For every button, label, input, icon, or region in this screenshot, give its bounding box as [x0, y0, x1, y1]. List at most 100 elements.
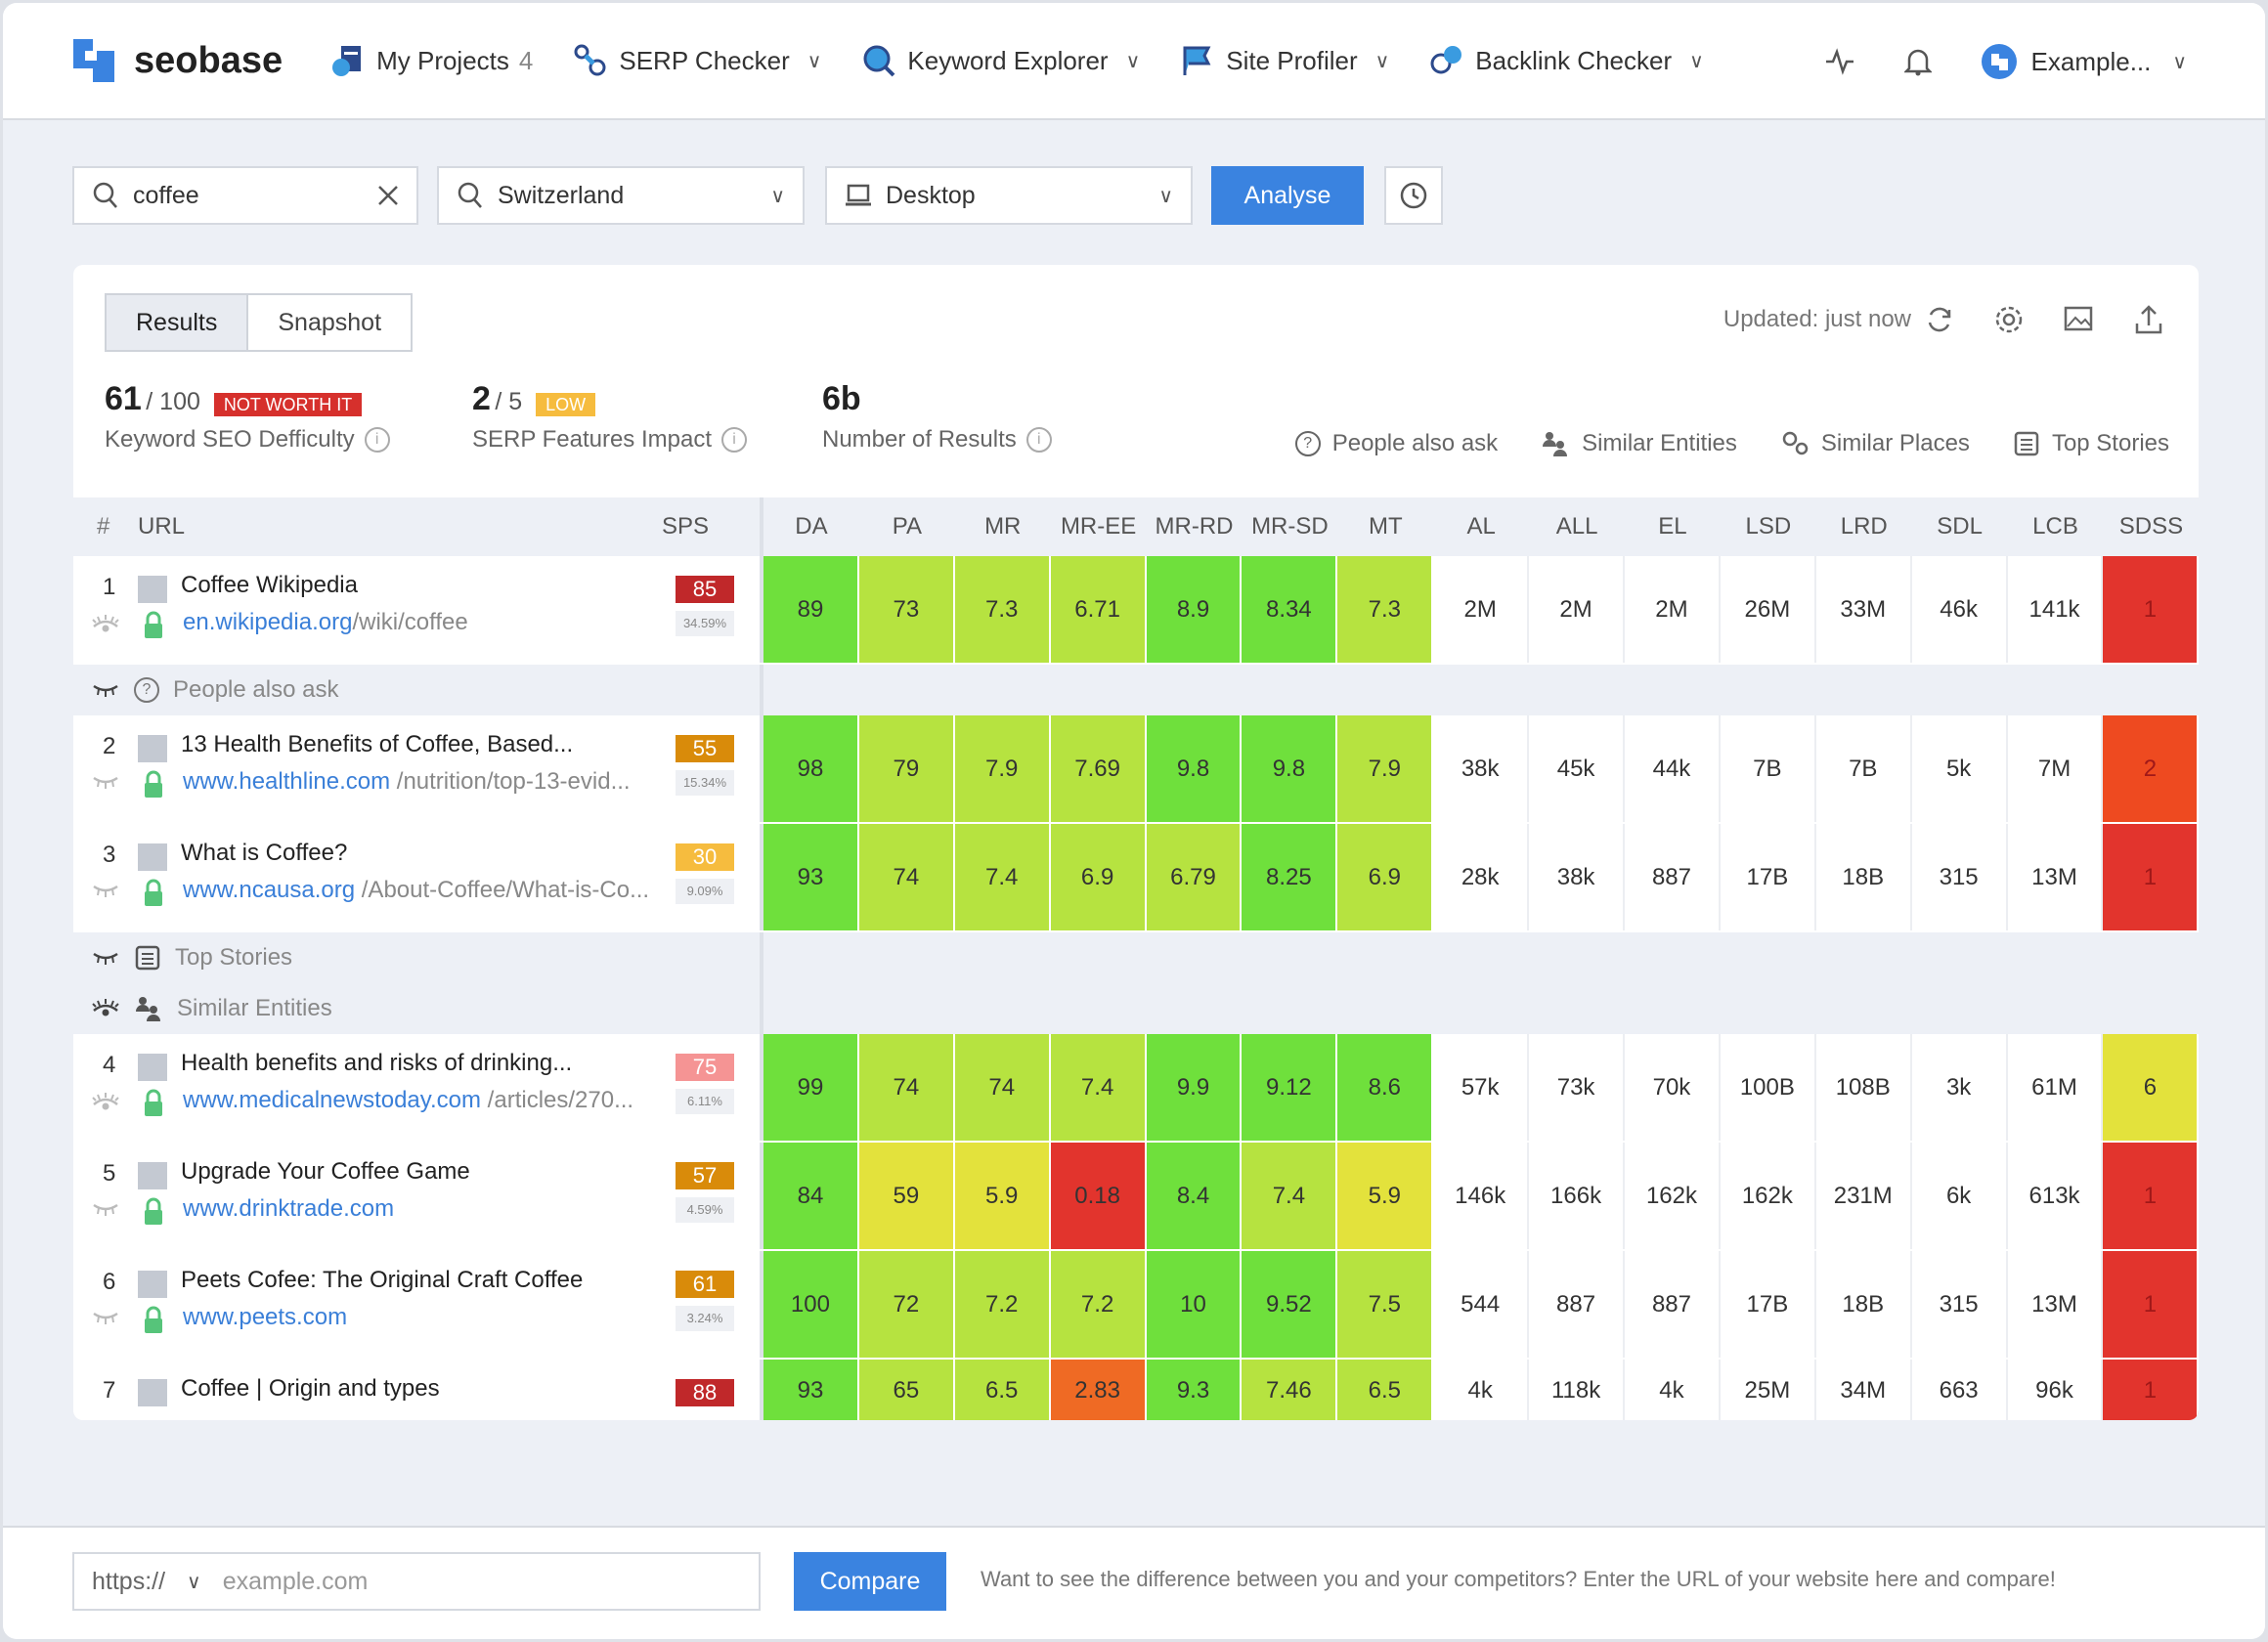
- nav-keyword-explorer[interactable]: Keyword Explorer ∨: [860, 42, 1140, 79]
- col-header-lrd[interactable]: LRD: [1816, 513, 1912, 540]
- col-header-lsd[interactable]: LSD: [1721, 513, 1816, 540]
- protocol-select[interactable]: https://: [92, 1568, 165, 1596]
- col-header-mr-sd[interactable]: MR-SD: [1242, 513, 1337, 540]
- feature-people-also-ask[interactable]: ? People also ask: [1294, 429, 1498, 458]
- table-header: # URL SPS DA PA MR MR-EE MR-RD MR-SD MT AL ALL EL…: [73, 497, 2199, 556]
- kd-badge: NOT WORTH IT: [213, 393, 363, 417]
- result-title[interactable]: Health benefits and risks of drinking...: [181, 1050, 572, 1077]
- col-header-el[interactable]: EL: [1625, 513, 1721, 540]
- result-url[interactable]: www.ncausa.org /About-Coffee/What-is-Co.…: [183, 877, 649, 904]
- metric-cell-lsd: 7B: [1720, 715, 1816, 822]
- sps-badge: 88: [676, 1379, 734, 1406]
- metric-cell-mr: 5.9: [954, 1143, 1051, 1249]
- col-header-lcb[interactable]: LCB: [2008, 513, 2104, 540]
- metric-cell-lsd: 100B: [1720, 1034, 1816, 1141]
- bell-icon[interactable]: [1903, 47, 1932, 76]
- device-select[interactable]: Desktop ∨: [825, 166, 1193, 225]
- serp-feature-label: Top Stories: [175, 944, 293, 971]
- result-title[interactable]: Coffee Wikipedia: [181, 572, 358, 599]
- result-title[interactable]: Upgrade Your Coffee Game: [181, 1158, 470, 1186]
- result-url[interactable]: www.peets.com: [183, 1304, 347, 1331]
- nav-backlink-checker[interactable]: Backlink Checker ∨: [1428, 42, 1704, 79]
- result-url[interactable]: www.drinktrade.com: [183, 1195, 394, 1223]
- feature-similar-places[interactable]: Similar Places: [1780, 429, 1970, 458]
- eye-open-icon[interactable]: [91, 1091, 120, 1114]
- col-sps-header[interactable]: SPS: [662, 513, 709, 540]
- col-header-da[interactable]: DA: [763, 513, 859, 540]
- tab-snapshot[interactable]: Snapshot: [248, 295, 411, 350]
- tab-results[interactable]: Results: [107, 295, 249, 350]
- export-upload-icon[interactable]: [2134, 304, 2163, 335]
- screenshot-image-icon[interactable]: [2064, 305, 2095, 334]
- metric-cell-lcb: 7M: [2007, 715, 2104, 822]
- col-header-sdss[interactable]: SDSS: [2103, 513, 2199, 540]
- metric-cell-da: 89: [763, 556, 859, 663]
- people-icon: [1543, 432, 1568, 456]
- info-icon[interactable]: i: [721, 427, 747, 453]
- feature-top-stories[interactable]: Top Stories: [2013, 429, 2169, 458]
- analyse-button[interactable]: Analyse: [1211, 166, 1364, 225]
- eye-closed-icon[interactable]: [91, 772, 120, 792]
- metric-cell-sdl: 5k: [1911, 715, 2008, 822]
- refresh-icon[interactable]: [1925, 305, 1954, 334]
- info-icon[interactable]: i: [1025, 427, 1052, 453]
- nav-serp-checker[interactable]: SERP Checker ∨: [572, 42, 821, 79]
- eye-open-icon[interactable]: [91, 997, 120, 1020]
- col-header-mr-rd[interactable]: MR-RD: [1147, 513, 1243, 540]
- result-title[interactable]: Coffee | Origin and types: [181, 1375, 440, 1403]
- lock-icon: [145, 1197, 162, 1225]
- result-rank: 4: [103, 1052, 116, 1078]
- result-url[interactable]: www.healthline.com /nutrition/top-13-evi…: [183, 768, 631, 796]
- history-button[interactable]: [1384, 166, 1443, 225]
- metric-cell-al: 57k: [1433, 1034, 1530, 1141]
- keyword-search-input[interactable]: coffee: [72, 166, 418, 225]
- avatar: [1981, 44, 2017, 79]
- col-header-pa[interactable]: PA: [859, 513, 955, 540]
- col-header-mt[interactable]: MT: [1337, 513, 1433, 540]
- result-url[interactable]: en.wikipedia.org/wiki/coffee: [183, 609, 468, 636]
- chevron-down-icon: ∨: [1374, 50, 1390, 72]
- activity-icon[interactable]: [1824, 48, 1855, 75]
- result-title[interactable]: Peets Cofee: The Original Craft Coffee: [181, 1267, 583, 1294]
- col-header-sdl[interactable]: SDL: [1912, 513, 2008, 540]
- result-domain[interactable]: en.wikipedia.org: [183, 609, 352, 635]
- result-title[interactable]: 13 Health Benefits of Coffee, Based...: [181, 731, 573, 758]
- brand-logo[interactable]: seobase: [71, 37, 283, 84]
- result-rank: 6: [103, 1269, 116, 1295]
- favicon-placeholder: [138, 1271, 167, 1298]
- nav-site-profiler[interactable]: Site Profiler ∨: [1179, 42, 1389, 79]
- col-header-mr[interactable]: MR: [955, 513, 1051, 540]
- compare-button[interactable]: Compare: [794, 1552, 946, 1611]
- updated-status: Updated: just now: [1723, 306, 1911, 332]
- eye-open-icon[interactable]: [91, 613, 120, 636]
- col-header-al[interactable]: AL: [1433, 513, 1529, 540]
- result-url[interactable]: www.medicalnewstoday.com /articles/270..…: [183, 1087, 633, 1114]
- nav-my-projects[interactable]: My Projects 4: [329, 42, 533, 79]
- metric-cell-sdl: 6k: [1911, 1143, 2008, 1249]
- metric-cell-lrd: 18B: [1815, 1251, 1912, 1358]
- feature-similar-entities[interactable]: Similar Entities: [1541, 429, 1737, 458]
- result-domain[interactable]: www.ncausa.org: [183, 877, 355, 903]
- clear-icon[interactable]: [377, 185, 399, 206]
- eye-closed-icon[interactable]: [91, 948, 120, 968]
- eye-closed-icon[interactable]: [91, 1308, 120, 1327]
- compare-url-input[interactable]: https:// ∨ example.com: [72, 1552, 761, 1611]
- result-domain[interactable]: www.peets.com: [183, 1304, 347, 1330]
- settings-gear-icon[interactable]: [1993, 304, 2025, 335]
- result-domain[interactable]: www.medicalnewstoday.com: [183, 1087, 481, 1113]
- serp-feature-label: People also ask: [173, 676, 339, 703]
- result-domain[interactable]: www.healthline.com: [183, 768, 390, 795]
- account-menu[interactable]: Example... ∨: [1981, 43, 2187, 80]
- info-icon[interactable]: i: [364, 427, 390, 453]
- metric-cell-mt: 8.6: [1337, 1034, 1434, 1141]
- result-title[interactable]: What is Coffee?: [181, 840, 347, 867]
- col-header-mr-ee[interactable]: MR-EE: [1051, 513, 1147, 540]
- country-select[interactable]: Switzerland ∨: [437, 166, 805, 225]
- col-header-all[interactable]: ALL: [1529, 513, 1625, 540]
- eye-closed-icon[interactable]: [91, 1199, 120, 1219]
- result-domain[interactable]: www.drinktrade.com: [183, 1195, 394, 1222]
- metric-cell-al: 544: [1433, 1251, 1530, 1358]
- eye-closed-icon[interactable]: [91, 680, 120, 700]
- col-url-header[interactable]: URL: [138, 513, 185, 540]
- eye-closed-icon[interactable]: [91, 881, 120, 900]
